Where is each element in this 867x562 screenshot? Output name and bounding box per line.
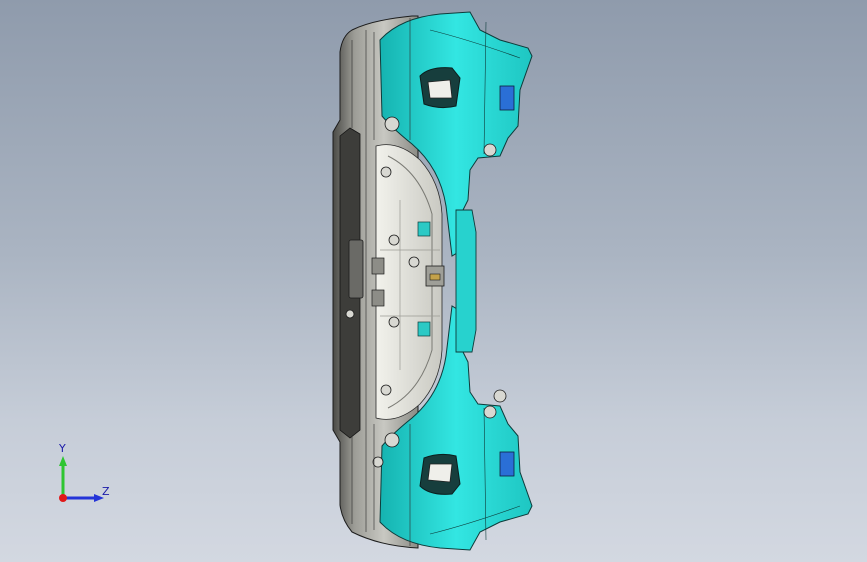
lower-opening-inner (427, 463, 453, 483)
triad-origin-icon (59, 494, 67, 502)
upper-opening-inner (427, 79, 453, 99)
mount-tab-upper (499, 85, 515, 111)
orientation-triad: Y Z (48, 440, 118, 510)
y-axis-arrow-icon (59, 456, 67, 466)
mount-tab-lower (499, 451, 515, 477)
y-axis-label: Y (59, 442, 66, 455)
cad-graphics-viewport[interactable]: Y Z (0, 0, 867, 562)
bumper-3d-model[interactable] (0, 0, 867, 562)
z-axis-label: Z (102, 485, 110, 498)
bumper-cyan-rib (455, 209, 477, 353)
bumper-slot (348, 239, 364, 299)
